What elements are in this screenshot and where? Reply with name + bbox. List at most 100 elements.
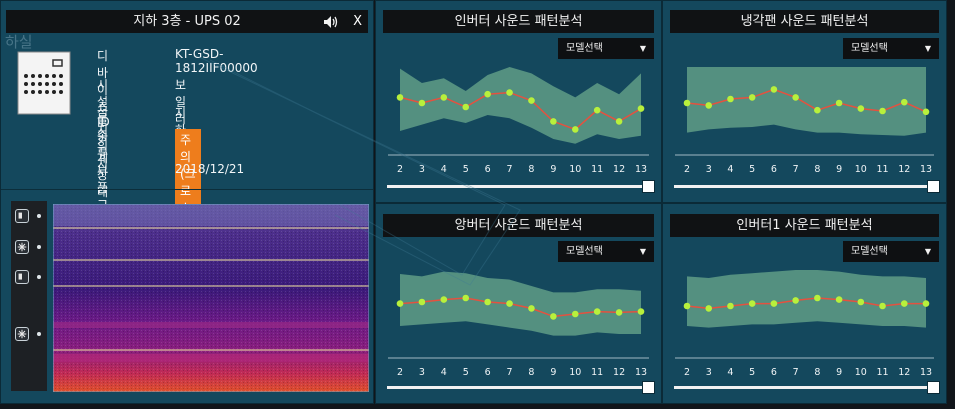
channel-icon-strip (11, 201, 47, 391)
time-slider[interactable] (387, 180, 655, 193)
data-point (705, 305, 713, 312)
info-value: KT-GSD-1812IIF00000 (175, 47, 258, 75)
data-point (835, 296, 843, 303)
data-point (484, 90, 491, 98)
time-slider[interactable] (387, 381, 655, 394)
data-point (770, 86, 778, 93)
close-icon[interactable]: X (353, 10, 362, 33)
model-select-dropdown[interactable]: 모델선택 ▼ (843, 38, 939, 59)
data-point (418, 298, 426, 306)
data-point (615, 309, 623, 316)
time-slider[interactable] (674, 381, 940, 394)
x-tick-label: 5 (463, 367, 469, 378)
data-point (683, 302, 691, 310)
confidence-band (400, 271, 641, 336)
data-point (857, 298, 865, 306)
data-point (396, 94, 404, 101)
x-tick-label: 7 (793, 164, 799, 175)
x-tick-label: 11 (591, 164, 603, 175)
chart-title: 인버터 사운드 패턴분석 (383, 10, 654, 33)
chart-panel-inverter1: 인버터1 사운드 패턴분석 모델선택 ▼ 2 3 4 5 6 7 8 9 10 11 12 13 (662, 203, 947, 404)
slider-handle[interactable] (927, 381, 940, 394)
slider-handle[interactable] (642, 180, 655, 193)
data-point (727, 302, 734, 310)
chevron-down-icon: ▼ (639, 247, 646, 256)
x-tick-label: 5 (749, 367, 755, 378)
dashboard: 지하 3층 - UPS 02 X 하실 디바이스 ID : KT-GSD-181… (0, 0, 955, 409)
x-tick-label: 8 (814, 367, 820, 378)
data-point (506, 300, 513, 307)
time-slider[interactable] (674, 180, 940, 193)
data-point (705, 102, 713, 109)
x-tick-label: 4 (727, 367, 733, 378)
x-tick-label: 9 (550, 164, 556, 175)
x-tick-label: 13 (920, 367, 932, 378)
x-tick-label: 8 (528, 164, 534, 175)
chart-panel-converter: 앙버터 사운드 패턴분석 모델선택 ▼ 2 3 4 5 6 7 8 9 10 11 12 13 (375, 203, 662, 404)
data-point (484, 298, 491, 306)
fan-icon[interactable] (15, 240, 29, 254)
data-point (879, 107, 886, 115)
x-tick-label: 7 (793, 367, 799, 378)
x-tick-label: 6 (771, 164, 777, 175)
dropdown-label: 모델선택 (566, 246, 603, 257)
x-tick-label: 3 (706, 367, 712, 378)
slider-handle[interactable] (927, 180, 940, 193)
x-tick-label: 13 (920, 164, 932, 175)
data-point (593, 106, 601, 114)
slider-handle[interactable] (642, 381, 655, 394)
breaker-icon[interactable] (15, 209, 29, 223)
model-select-dropdown[interactable]: 모델선택 ▼ (558, 241, 654, 262)
dropdown-label: 모델선택 (566, 43, 603, 54)
device-title: 지하 3층 - UPS 02 (133, 14, 241, 29)
x-tick-label: 6 (485, 164, 491, 175)
data-point (462, 103, 470, 111)
ups-device-icon (17, 51, 71, 115)
data-point (814, 106, 821, 114)
ghost-label: 하실 (5, 33, 33, 51)
x-tick-label: 9 (836, 367, 842, 378)
data-point (922, 108, 930, 116)
x-tick-label: 12 (613, 367, 625, 378)
model-select-dropdown[interactable]: 모델선택 ▼ (843, 241, 939, 262)
x-tick-label: 10 (855, 164, 867, 175)
data-point (900, 98, 908, 106)
x-tick-label: 2 (397, 164, 403, 175)
x-tick-label: 7 (507, 164, 513, 175)
fan-icon[interactable] (15, 327, 29, 341)
x-tick-label: 9 (550, 367, 556, 378)
x-tick-label: 6 (485, 367, 491, 378)
pattern-chart: 2 3 4 5 6 7 8 9 10 11 12 13 (388, 67, 649, 175)
spectrogram (53, 204, 369, 392)
x-tick-label: 10 (569, 367, 581, 378)
x-tick-label: 4 (441, 367, 447, 378)
chart-title: 인버터1 사운드 패턴분석 (670, 214, 939, 237)
x-tick-label: 3 (419, 367, 425, 378)
x-tick-label: 2 (397, 367, 403, 378)
speaker-icon[interactable] (323, 15, 339, 29)
x-tick-label: 3 (706, 164, 712, 175)
x-tick-label: 12 (898, 164, 910, 175)
x-tick-label: 5 (749, 164, 755, 175)
x-tick-label: 12 (613, 164, 625, 175)
pattern-chart: 2 3 4 5 6 7 8 9 10 11 12 13 (388, 271, 649, 378)
data-point (857, 105, 865, 112)
data-point (792, 94, 799, 101)
data-point (637, 105, 645, 112)
data-point (550, 313, 557, 320)
x-tick-label: 12 (898, 367, 910, 378)
data-point (637, 308, 645, 315)
data-point (593, 308, 601, 315)
breaker-icon[interactable] (15, 270, 29, 284)
data-point (571, 310, 579, 318)
chevron-down-icon: ▼ (639, 44, 646, 53)
data-point (506, 89, 513, 96)
x-tick-label: 4 (441, 164, 447, 175)
x-tick-label: 11 (876, 164, 888, 175)
channel-dot (37, 332, 41, 336)
data-point (440, 296, 448, 303)
chart-panel-cooling-fan: 냉각팬 사운드 패턴분석 모델선택 ▼ 2 3 4 5 6 7 8 9 10 11 12 13 (662, 0, 947, 203)
model-select-dropdown[interactable]: 모델선택 ▼ (558, 38, 654, 59)
x-tick-label: 11 (591, 367, 603, 378)
x-tick-label: 13 (635, 367, 647, 378)
